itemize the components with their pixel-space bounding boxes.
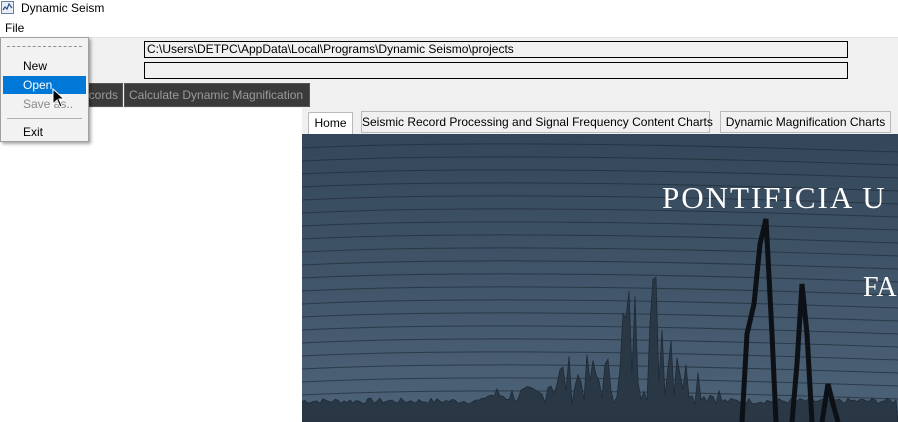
tab-dynamic-magnification-charts[interactable]: Dynamic Magnification Charts: [720, 111, 891, 133]
menu-item-new-label: New: [23, 59, 48, 73]
app-chart-icon: [1, 1, 14, 14]
menu-item-save-as[interactable]: Save as..: [3, 95, 86, 113]
menu-tearoff-line[interactable]: [7, 46, 82, 47]
project-path-field[interactable]: C:\Users\DETPC\AppData\Local\Programs\Dy…: [144, 41, 848, 58]
window-title: Dynamic Seism: [21, 1, 105, 15]
menu-separator: [7, 118, 82, 119]
left-panel: [0, 108, 302, 422]
menu-item-new[interactable]: New: [3, 57, 86, 75]
file-menu-dropdown: New Open Save as.. Exit: [0, 37, 89, 142]
banner-title: PONTIFICIA U: [662, 180, 887, 215]
menu-item-open[interactable]: Open: [3, 76, 86, 94]
tab-seismic-record-processing[interactable]: Seismic Record Processing and Signal Fre…: [361, 111, 713, 133]
secondary-path-field[interactable]: [144, 62, 848, 79]
menu-item-exit-label: Exit: [23, 125, 44, 139]
menu-item-open-label: Open: [23, 78, 53, 92]
tab-home[interactable]: Home: [308, 112, 353, 134]
mouse-cursor-icon: [52, 88, 66, 108]
menu-file[interactable]: File: [5, 21, 24, 35]
menu-bar: File: [0, 18, 898, 38]
menu-item-exit[interactable]: Exit: [3, 123, 86, 141]
home-banner-image: PONTIFICIA U FA: [302, 134, 898, 422]
title-bar: Dynamic Seism: [0, 0, 898, 18]
calculate-dynamic-magnification-button[interactable]: Calculate Dynamic Magnification: [124, 83, 310, 107]
banner-subtitle: FA: [863, 272, 897, 303]
